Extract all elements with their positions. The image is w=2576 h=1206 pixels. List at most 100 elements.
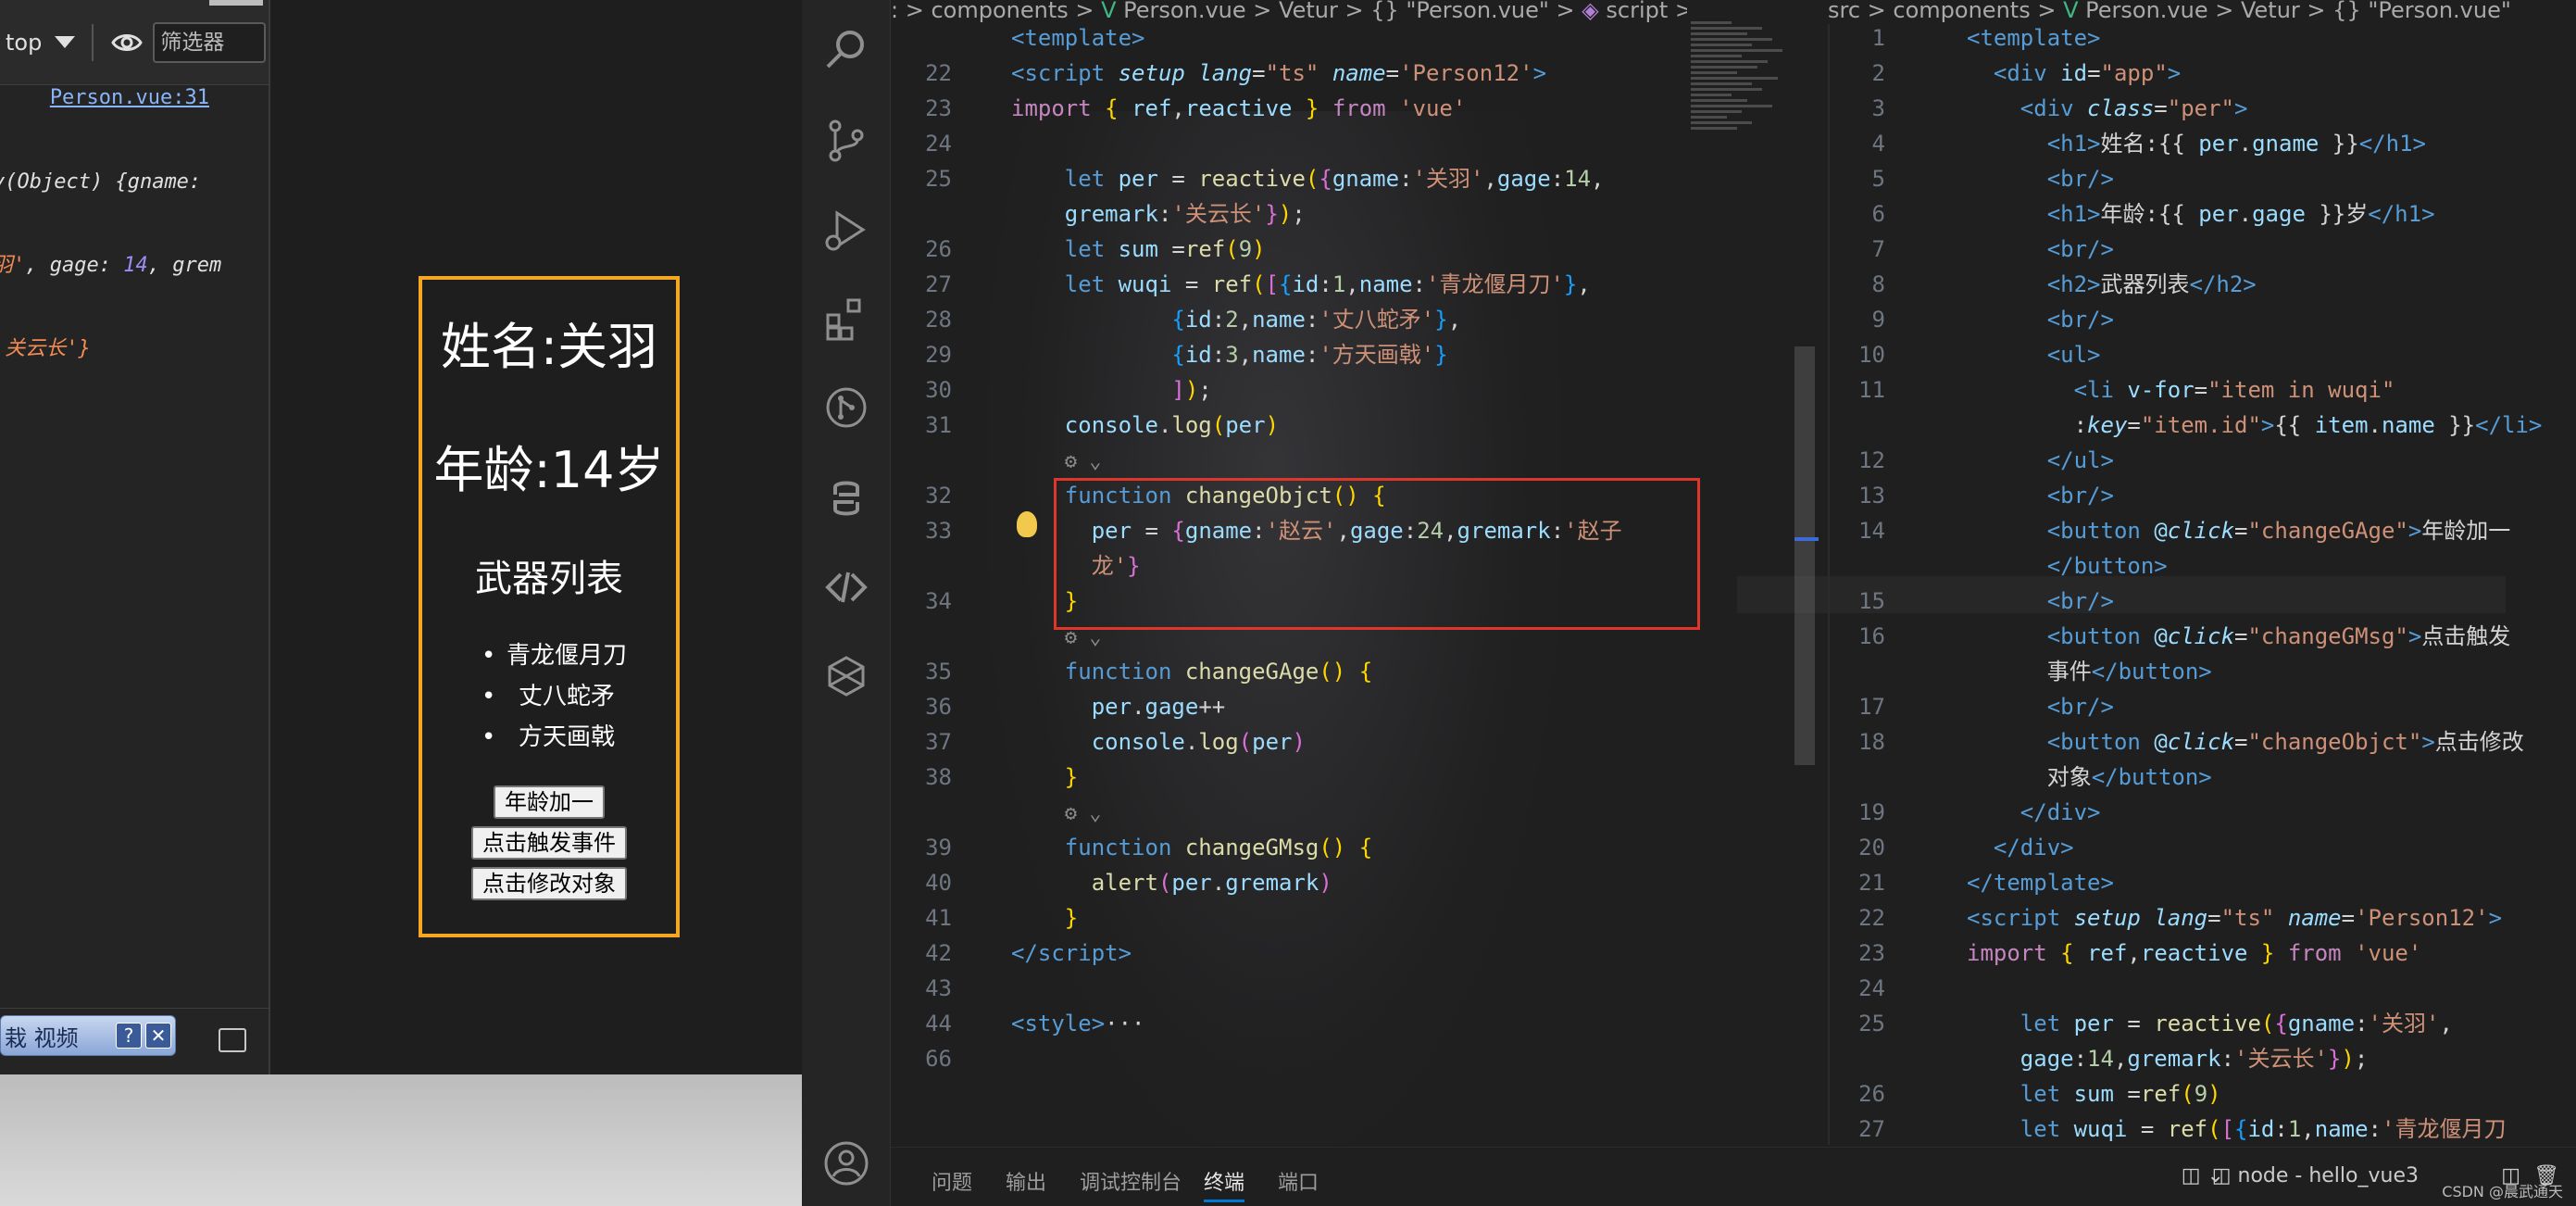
code-line[interactable]: 1 <template>	[1830, 20, 2576, 56]
code-text: <br/>	[2046, 694, 2114, 720]
code-line[interactable]: 40 alert(per.gremark)	[891, 865, 1696, 900]
code-line[interactable]: 事件</button>	[1830, 654, 2576, 689]
code-line[interactable]: 23 import { ref,reactive } from 'vue'	[891, 91, 1696, 126]
remote-explorer-icon[interactable]	[822, 563, 870, 611]
dock-icon[interactable]	[219, 1028, 246, 1052]
code-line[interactable]: 26 let sum =ref(9)	[1830, 1076, 2576, 1112]
code-line[interactable]: 41 }	[891, 900, 1696, 936]
code-line[interactable]: 35 function changeGAge() {	[891, 654, 1696, 689]
code-line[interactable]: 29 {id:3,name:'方天画戟'}	[891, 337, 1696, 372]
code-line[interactable]: 66	[891, 1041, 1696, 1076]
code-line[interactable]: 26 let sum =ref(9)	[891, 232, 1696, 267]
line-number: 4	[1871, 131, 1885, 157]
code-line[interactable]: 38 }	[891, 760, 1696, 795]
code-line[interactable]: 7 <br/>	[1830, 232, 2576, 267]
code-line[interactable]: 17 <br/>	[1830, 689, 2576, 724]
editor-scrollbar[interactable]	[1794, 346, 1815, 765]
code-line[interactable]: 31 console.log(per)	[891, 408, 1696, 443]
code-line[interactable]: 22 <script setup lang="ts" name='Person12…	[1830, 900, 2576, 936]
code-line[interactable]: 25 let per = reactive({gname:'关羽',gage:1…	[891, 161, 1696, 196]
log-number: 14	[123, 254, 148, 277]
code-line[interactable]: 42 </script>	[891, 936, 1696, 971]
code-line[interactable]: </button>	[1830, 548, 2576, 584]
code-line[interactable]: 12 </ul>	[1830, 443, 2576, 478]
code-text: let per = reactive({gname:'关羽',gage:14,	[1064, 166, 1605, 192]
help-icon[interactable]: ?	[116, 1023, 142, 1049]
code-line[interactable]: 25 let per = reactive({gname:'关羽',	[1830, 1006, 2576, 1041]
code-line[interactable]: 36 per.gage++	[891, 689, 1696, 724]
code-editor-right[interactable]: 1 <template> 2 <div id="app"> 3 <div class=…	[1828, 24, 2576, 1145]
code-text: {id:3,name:'方天画戟'}	[1171, 342, 1448, 368]
tab-problems[interactable]: 问题	[932, 1166, 972, 1196]
tab-debug-console[interactable]: 调试控制台	[1080, 1166, 1182, 1196]
code-line[interactable]: 14 <button @click="changeGAge">年龄加一	[1830, 513, 2576, 548]
scroll-thumb[interactable]	[209, 0, 263, 6]
code-line[interactable]: 8 <h2>武器列表</h2>	[1830, 267, 2576, 302]
source-link[interactable]: Person.vue:31	[50, 86, 209, 109]
code-line[interactable]: 27 let wuqi = ref([{id:1,name:'青龙偃月刀'},	[891, 267, 1696, 302]
code-line[interactable]: ⚙ ⌄	[891, 795, 1696, 830]
filter-input[interactable]: 筛选器	[153, 21, 267, 63]
code-line[interactable]: ⚙ ⌄	[891, 443, 1696, 478]
account-icon[interactable]	[822, 1139, 870, 1187]
source-control-icon[interactable]	[822, 117, 870, 165]
code-line[interactable]: 11 <li v-for="item in wuqi"	[1830, 372, 2576, 408]
code-line[interactable]: 39 function changeGMsg() {	[891, 830, 1696, 865]
code-line[interactable]: 9 <br/>	[1830, 302, 2576, 337]
line-number: 26	[1858, 1081, 1885, 1107]
git-graph-icon[interactable]	[822, 383, 870, 432]
code-line[interactable]: 2 <div id="app">	[1830, 56, 2576, 91]
trigger-event-button[interactable]: 点击触发事件	[471, 826, 627, 860]
close-icon[interactable]: ✕	[145, 1023, 171, 1049]
code-line[interactable]: 5 <br/>	[1830, 161, 2576, 196]
code-line[interactable]: 24	[1830, 971, 2576, 1006]
code-line[interactable]: 3 <div class="per">	[1830, 91, 2576, 126]
code-text: <style>···	[1011, 1011, 1145, 1036]
code-line[interactable]: 15 <br/>	[1830, 584, 2576, 619]
code-text: :key="item.id">{{ item.name }}</li>	[1967, 412, 2543, 438]
ime-toolbar[interactable]: 栽 视频 ? ✕	[0, 1015, 176, 1056]
code-line[interactable]: 20 </div>	[1830, 830, 2576, 865]
lightbulb-icon[interactable]	[1017, 511, 1037, 537]
code-line[interactable]: 13 <br/>	[1830, 478, 2576, 513]
name-heading: 姓名:关羽	[440, 318, 658, 376]
code-line[interactable]: 43	[891, 971, 1696, 1006]
context-selector[interactable]: top	[6, 30, 76, 56]
eye-icon[interactable]	[110, 26, 144, 59]
tab-ports[interactable]: 端口	[1278, 1166, 1319, 1196]
run-debug-icon[interactable]	[822, 206, 870, 254]
code-text: ⚙ ⌄	[1064, 450, 1102, 473]
code-line[interactable]: 24	[891, 126, 1696, 161]
code-line[interactable]: 10 <ul>	[1830, 337, 2576, 372]
code-line[interactable]: 30 ]);	[891, 372, 1696, 408]
extensions-icon[interactable]	[822, 295, 870, 343]
code-line[interactable]: 22 <script setup lang="ts" name='Person12…	[891, 56, 1696, 91]
code-line[interactable]: 28 {id:2,name:'丈八蛇矛'},	[891, 302, 1696, 337]
code-line[interactable]: <template>	[891, 20, 1696, 56]
change-object-button[interactable]: 点击修改对象	[471, 867, 627, 900]
code-line[interactable]: gremark:'关云长'});	[891, 196, 1696, 232]
code-line[interactable]: 6 <h1>年龄:{{ per.gage }}岁</h1>	[1830, 196, 2576, 232]
code-line[interactable]: 21 </template>	[1830, 865, 2576, 900]
code-line[interactable]: 37 console.log(per)	[891, 724, 1696, 760]
code-line[interactable]: 44 <style>···	[891, 1006, 1696, 1041]
search-icon[interactable]	[822, 26, 870, 74]
vetur-icon[interactable]	[822, 652, 870, 700]
code-line[interactable]: 19 </div>	[1830, 795, 2576, 830]
code-text: <div id="app">	[1993, 60, 2182, 86]
code-line[interactable]: gage:14,gremark:'关云长'});	[1830, 1041, 2576, 1076]
code-line[interactable]: 18 <button @click="changeObjct">点击修改	[1830, 724, 2576, 760]
code-line[interactable]: 4 <h1>姓名:{{ per.gname }}</h1>	[1830, 126, 2576, 161]
terminal-selector[interactable]: ◫ node - hello_vue3	[2212, 1164, 2419, 1187]
python-icon[interactable]	[822, 474, 870, 522]
line-number: 5	[1871, 166, 1885, 192]
tab-terminal[interactable]: 终端	[1204, 1166, 1245, 1202]
code-line[interactable]: 16 <button @click="changeGMsg">点击触发	[1830, 619, 2576, 654]
tab-output[interactable]: 输出	[1006, 1166, 1046, 1196]
code-line[interactable]: :key="item.id">{{ item.name }}</li>	[1830, 408, 2576, 443]
add-age-button[interactable]: 年龄加一	[494, 785, 605, 819]
minimap[interactable]	[1691, 19, 1793, 213]
code-line[interactable]: 23 import { ref,reactive } from 'vue'	[1830, 936, 2576, 971]
code-line[interactable]: 27 let wuqi = ref([{id:1,name:'青龙偃月刀	[1830, 1112, 2576, 1147]
code-line[interactable]: 对象</button>	[1830, 760, 2576, 795]
